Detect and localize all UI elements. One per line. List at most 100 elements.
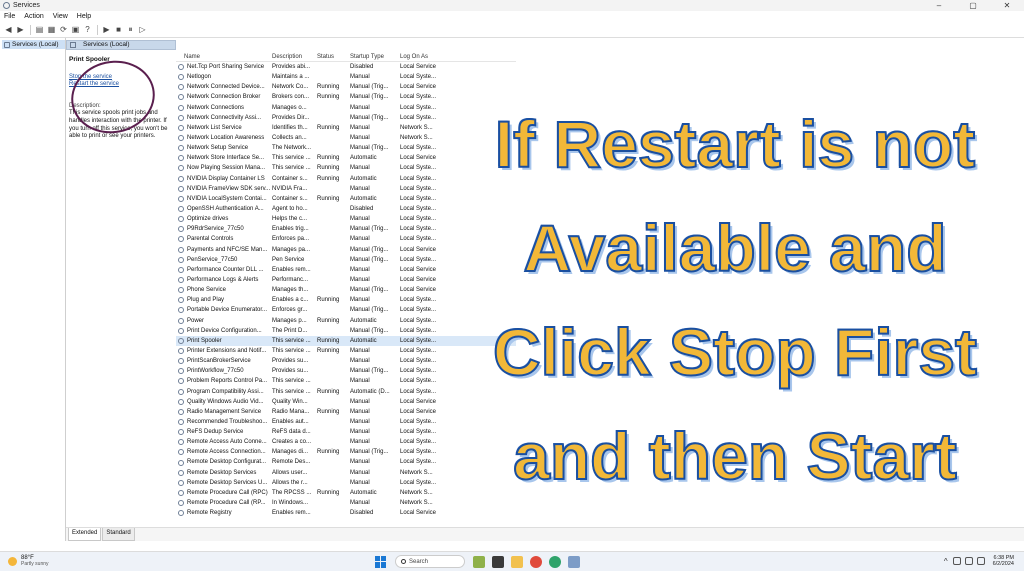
table-row[interactable]: Net.Tcp Port Sharing Service Provides abi… [176,62,516,72]
table-row[interactable]: Network Connected Device... Network Co...… [176,82,516,92]
service-gear-icon [178,114,184,121]
column-header-startup-type[interactable]: Startup Type [350,52,400,61]
service-description-cell-text: Manages th... [272,287,309,294]
widget-app-icon[interactable] [473,555,485,568]
service-log-on-as: Local Service [400,82,445,92]
service-description-cell: Brokers con... [272,92,317,102]
service-startup-type: Manual (Trig... [350,305,400,315]
service-startup-type: Manual (Trig... [350,366,400,376]
service-name: Payments and NFC/SE Man... [176,245,272,255]
menu-file[interactable]: File [4,13,15,20]
service-description-cell: Enables rem... [272,265,317,275]
service-gear-icon [178,195,184,202]
tab-extended[interactable]: Extended [68,528,102,541]
service-description-cell: The Network... [272,143,317,153]
service-log-on-as-text: Local Service [400,84,437,91]
service-name-text: Network Store Interface Se... [187,155,265,162]
back-arrow-icon[interactable]: ◀ [3,24,14,35]
services-app-icon [3,2,10,9]
column-header-name[interactable]: Name [176,52,272,61]
service-description-cell: NVIDIA Fra... [272,184,317,194]
service-log-on-as: Local Service [400,265,445,275]
start-service-icon[interactable]: ▶ [101,24,112,35]
task-view-icon[interactable] [492,555,504,568]
table-row[interactable]: Netlogon Maintains a ... Manual Local Syste… [176,72,516,82]
service-description-cell: Manages pa... [272,245,317,255]
service-description-cell-text: Enables aut... [272,418,309,425]
service-name: NVIDIA Display Container LS [176,174,272,184]
clock-date: 6/2/2024 [992,561,1014,567]
service-log-on-as-text: Local Syste... [400,429,437,436]
taskbar-search[interactable]: Search [395,555,465,568]
service-name-text: Network Connections [187,104,245,111]
show-hide-tree-icon[interactable]: ▤ [34,24,45,35]
menu-action[interactable]: Action [24,13,43,20]
volume-icon[interactable] [964,557,973,565]
tree-node-services-local[interactable]: Services (Local) [2,40,65,49]
service-name-text: Radio Management Service [187,408,262,415]
export-list-icon[interactable]: ▣ [70,24,81,35]
service-gear-icon [178,226,184,233]
close-button[interactable]: ✕ [990,0,1024,11]
service-description-cell-text: Network Co... [272,84,309,91]
service-description-cell-text: Maintains a ... [272,74,310,81]
service-gear-icon [178,74,184,81]
column-header-log-on-as[interactable]: Log On As [400,52,445,61]
service-startup-type-text: Disabled [350,510,374,517]
services-taskbar-icon[interactable] [568,555,580,568]
chevron-up-icon[interactable]: ^ [944,557,948,566]
service-status: Running [317,387,350,397]
service-description-cell-text: Provides su... [272,368,309,375]
restart-service-icon[interactable]: ▷ [137,24,148,35]
service-description-cell: Manages th... [272,285,317,295]
service-status [317,265,350,275]
service-startup-type: Automatic [350,316,400,326]
battery-icon[interactable] [976,557,985,565]
service-gear-icon [178,408,184,415]
weather-widget[interactable]: 88°F Partly sunny [8,555,49,567]
service-startup-type: Manual (Trig... [350,92,400,102]
service-description-cell-text: This service ... [272,388,311,395]
pause-service-icon[interactable]: ⏸ [125,24,136,35]
service-gear-icon [178,418,184,425]
forward-arrow-icon[interactable]: ▶ [15,24,26,35]
table-row[interactable]: Remote Registry Enables rem... Disabled Loc… [176,508,516,518]
service-startup-type-text: Automatic (D... [350,388,390,395]
edge-icon[interactable] [549,555,561,568]
service-startup-type: Manual (Trig... [350,447,400,457]
service-name: Program Compatibility Assi... [176,387,272,397]
service-name: Print Spooler [176,336,272,346]
service-status [317,234,350,244]
service-startup-type: Manual [350,437,400,447]
help-icon[interactable]: ? [82,24,93,35]
properties-icon[interactable]: ▦ [46,24,57,35]
tab-standard[interactable]: Standard [102,528,135,541]
maximize-button[interactable]: ▢ [956,0,990,11]
file-explorer-icon[interactable] [511,555,523,568]
clock[interactable]: 6:38 PM 6/2/2024 [993,555,1014,567]
service-startup-type-text: Manual [350,276,370,283]
service-description-cell-text: Performanc... [272,276,309,283]
windows-start-icon[interactable] [375,555,387,568]
service-description-cell: This service ... [272,376,317,386]
service-startup-type-text: Automatic [350,195,377,202]
menu-help[interactable]: Help [77,13,91,20]
menu-view[interactable]: View [53,13,68,20]
column-header-description[interactable]: Description [272,52,317,61]
service-log-on-as: Local Syste... [400,417,445,427]
service-name-text: Quality Windows Audio Vid... [187,398,264,405]
service-log-on-as-text: Local Syste... [400,388,437,395]
stop-service-icon[interactable]: ■ [113,24,124,35]
search-placeholder: Search [409,558,429,565]
service-status-text: Running [317,489,340,496]
service-gear-icon [178,500,184,507]
service-status [317,366,350,376]
network-icon[interactable] [952,557,961,565]
chrome-icon[interactable] [530,555,542,568]
column-header-status[interactable]: Status [317,52,350,61]
refresh-icon[interactable]: ⟳ [58,24,69,35]
service-name-text: Problem Reports Control Pa... [187,378,268,385]
service-gear-icon [178,510,184,517]
service-log-on-as-text: Network S... [400,124,433,131]
minimize-button[interactable]: – [922,0,956,11]
